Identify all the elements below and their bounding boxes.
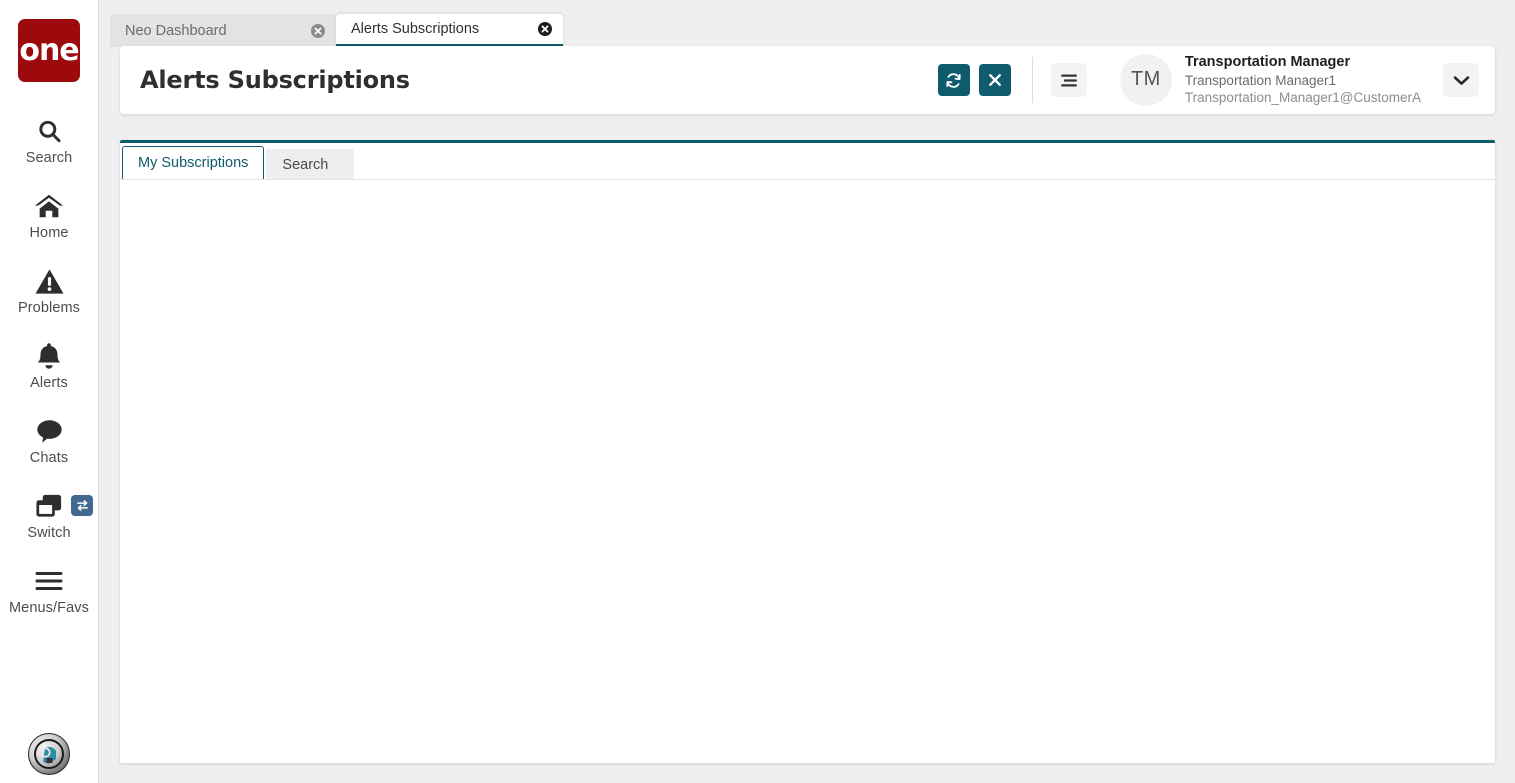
page-header: Alerts Subscriptions TM Transportation M… xyxy=(120,46,1495,114)
browser-tab-label: Neo Dashboard xyxy=(125,22,227,39)
header-actions: TM Transportation Manager Transportation… xyxy=(929,46,1495,114)
home-icon xyxy=(34,190,64,222)
close-button[interactable] xyxy=(978,64,1011,96)
browser-tab-neo-dashboard[interactable]: Neo Dashboard xyxy=(110,14,336,47)
sidebar-item-label: Problems xyxy=(17,300,81,316)
user-username: Transportation Manager1 xyxy=(1184,73,1337,88)
user-name: Transportation Manager xyxy=(1184,54,1351,71)
sidebar-item-label: Chats xyxy=(29,450,69,466)
header-divider xyxy=(1031,57,1033,103)
sidebar-item-label: Menus/Favs xyxy=(9,600,89,616)
sidebar-item-label: Switch xyxy=(27,525,71,541)
sidebar-item-search[interactable]: Search xyxy=(0,103,98,178)
assistant-launcher[interactable] xyxy=(28,733,70,775)
browser-tab-strip: Neo Dashboard Alerts Subscriptions xyxy=(110,14,563,47)
tab-search[interactable]: Search xyxy=(266,149,355,179)
user-email: Transportation_Manager1@CustomerA xyxy=(1184,90,1421,106)
user-details: Transportation Manager Transportation Ma… xyxy=(1185,53,1421,106)
windows-stack-icon xyxy=(35,490,64,522)
chevron-down-icon[interactable] xyxy=(1443,63,1479,97)
tab-label: My Subscriptions xyxy=(138,155,249,171)
sidebar-item-label: Alerts xyxy=(30,375,68,391)
sidebar-item-chats[interactable]: Chats xyxy=(0,403,98,478)
search-icon xyxy=(36,115,63,147)
ai-assistant-avatar[interactable] xyxy=(28,733,70,775)
content-panel: My Subscriptions Search xyxy=(120,140,1495,763)
swap-arrows-icon[interactable] xyxy=(71,495,93,516)
left-sidebar: one Search Home Problems Alerts Chats Sw… xyxy=(0,0,99,783)
bell-icon xyxy=(36,340,62,372)
refresh-button[interactable] xyxy=(937,64,970,96)
app-root: one Search Home Problems Alerts Chats Sw… xyxy=(0,0,1515,783)
sidebar-item-switch[interactable]: Switch xyxy=(0,478,98,553)
chat-bubble-icon xyxy=(35,415,64,447)
tab-panel-my-subscriptions xyxy=(120,179,1495,756)
sidebar-item-label: Home xyxy=(29,225,69,241)
sidebar-item-problems[interactable]: Problems xyxy=(0,253,98,328)
content-tab-bar: My Subscriptions Search xyxy=(120,146,1495,179)
browser-tab-alerts-subscriptions[interactable]: Alerts Subscriptions xyxy=(336,14,563,47)
tab-my-subscriptions[interactable]: My Subscriptions xyxy=(122,146,265,179)
sidebar-item-menus-favs[interactable]: Menus/Favs xyxy=(0,553,98,628)
user-profile[interactable]: TM Transportation Manager Transportation… xyxy=(1119,53,1421,106)
sidebar-nav: Search Home Problems Alerts Chats Switch… xyxy=(0,103,98,628)
brand-logo-text: one xyxy=(19,33,79,68)
page-title: Alerts Subscriptions xyxy=(140,66,410,94)
tab-label: Search xyxy=(282,156,329,173)
warning-triangle-icon xyxy=(34,265,64,297)
sidebar-item-alerts[interactable]: Alerts xyxy=(0,328,98,403)
browser-tab-label: Alerts Subscriptions xyxy=(351,21,480,37)
brand-logo[interactable]: one xyxy=(18,19,80,82)
hamburger-menu-icon[interactable] xyxy=(1050,63,1087,97)
sidebar-item-label: Search xyxy=(25,150,73,166)
sidebar-item-home[interactable]: Home xyxy=(0,178,98,253)
hamburger-icon xyxy=(35,565,63,597)
avatar: TM xyxy=(1119,53,1172,106)
close-circle-icon[interactable] xyxy=(311,23,325,38)
close-circle-icon[interactable] xyxy=(538,22,552,36)
